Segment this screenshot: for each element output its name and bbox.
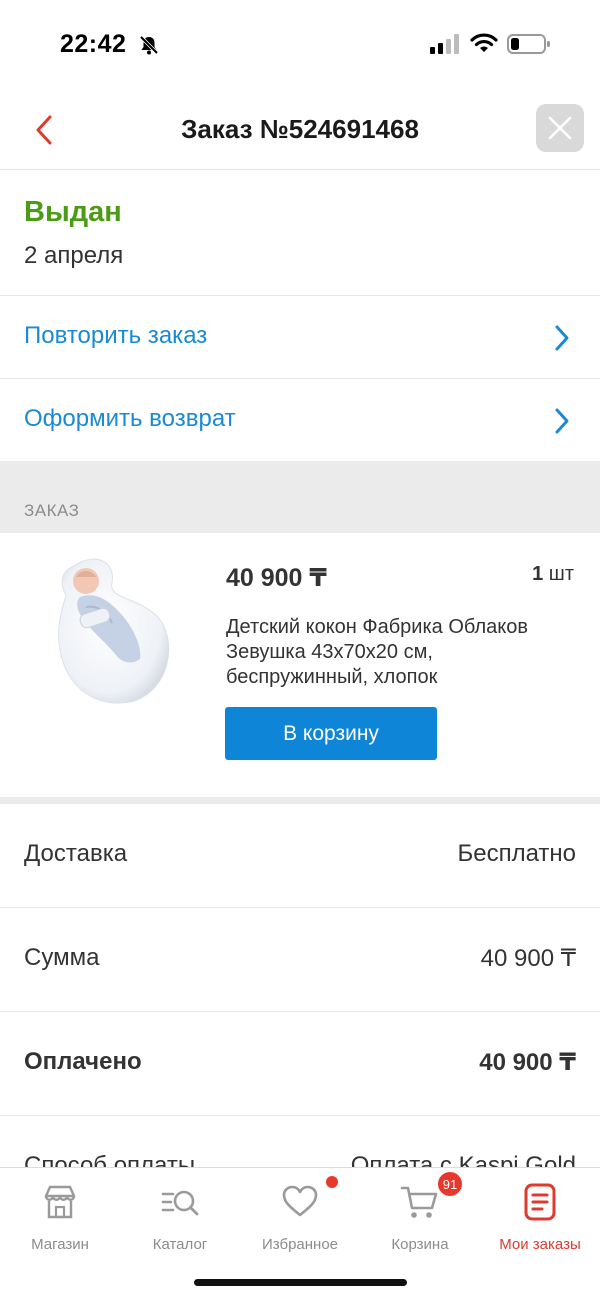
order-status: Выдан 2 апреля — [0, 170, 600, 296]
summary-value: 40 900 ₸ — [480, 945, 576, 972]
close-icon — [548, 116, 572, 140]
close-button[interactable] — [536, 104, 584, 152]
battery-icon — [507, 34, 550, 54]
tab-favorites[interactable]: Избранное — [240, 1180, 360, 1260]
tab-label: Магазин — [31, 1236, 89, 1253]
heart-icon — [282, 1185, 318, 1217]
header: Заказ №524691468 — [0, 90, 600, 170]
status-date: 2 апреля — [24, 242, 124, 269]
quantity-number: 1 — [532, 563, 544, 585]
summary-row-sum: Сумма 40 900 ₸ — [0, 908, 600, 1012]
page-title: Заказ №524691468 — [181, 114, 419, 144]
quantity-unit: шт — [548, 563, 574, 585]
cart-icon — [400, 1186, 438, 1218]
orders-icon — [524, 1183, 556, 1221]
status-bar: 22:42 — [0, 0, 600, 90]
divider — [0, 797, 600, 804]
summary-row-delivery: Доставка Бесплатно — [0, 804, 600, 908]
tab-my-orders[interactable]: Мои заказы — [480, 1180, 600, 1260]
summary-value: Бесплатно — [457, 840, 576, 867]
chevron-right-icon — [555, 408, 569, 434]
favorites-badge-dot — [326, 1176, 338, 1188]
summary-row-paid: Оплачено 40 900 ₸ — [0, 1012, 600, 1116]
shop-icon — [44, 1185, 76, 1219]
summary-value: 40 900 ₸ — [479, 1049, 576, 1076]
status-label: Выдан — [24, 196, 122, 228]
bell-muted-icon — [139, 35, 159, 55]
home-indicator[interactable] — [194, 1279, 407, 1286]
signal-icon — [430, 34, 459, 54]
cart-badge: 91 — [438, 1172, 462, 1196]
product-name[interactable]: Детский кокон Фабрика Облаков Зевушка 43… — [226, 615, 546, 690]
order-item: 40 900 ₸ 1 шт Детский кокон Фабрика Обла… — [0, 533, 600, 797]
product-image[interactable] — [50, 555, 174, 705]
return-order-label: Оформить возврат — [24, 405, 236, 432]
product-quantity: 1 шт — [532, 563, 574, 586]
tab-shop[interactable]: Магазин — [0, 1180, 120, 1260]
section-header: ЗАКАЗ — [0, 461, 600, 533]
repeat-order-row[interactable]: Повторить заказ — [0, 296, 600, 379]
summary-key: Сумма — [24, 944, 100, 971]
section-label: ЗАКАЗ — [24, 501, 80, 520]
repeat-order-label: Повторить заказ — [24, 322, 208, 349]
summary-key: Оплачено — [24, 1048, 142, 1075]
tab-label: Корзина — [391, 1236, 449, 1253]
product-price: 40 900 ₸ — [226, 564, 327, 592]
status-time: 22:42 — [60, 30, 127, 58]
tab-cart[interactable]: Корзина — [360, 1180, 480, 1260]
tab-catalog[interactable]: Каталог — [120, 1180, 240, 1260]
tab-label: Мои заказы — [499, 1236, 581, 1253]
catalog-icon — [161, 1190, 199, 1216]
return-order-row[interactable]: Оформить возврат — [0, 379, 600, 462]
tab-label: Избранное — [261, 1236, 339, 1253]
add-to-cart-button[interactable]: В корзину — [225, 707, 437, 760]
wifi-icon — [470, 33, 498, 52]
summary-key: Доставка — [24, 840, 128, 867]
tab-label: Каталог — [152, 1236, 208, 1253]
chevron-right-icon — [555, 325, 569, 351]
